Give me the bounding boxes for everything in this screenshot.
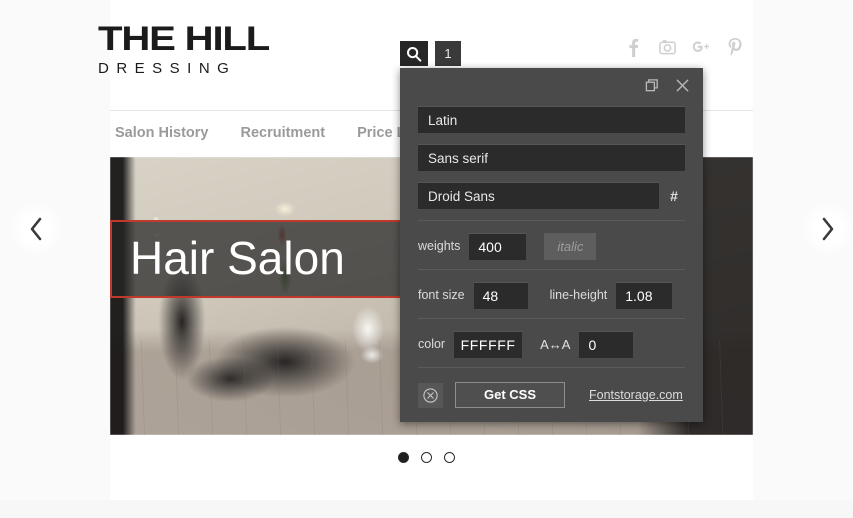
circle-x-icon[interactable] xyxy=(418,382,443,408)
font-family-select[interactable]: Droid Sans xyxy=(418,182,659,209)
restore-window-icon[interactable] xyxy=(645,78,660,93)
category-select[interactable]: Sans serif xyxy=(418,144,685,171)
fontstorage-link[interactable]: Fontstorage.com xyxy=(589,388,683,402)
instagram-icon[interactable] xyxy=(657,36,677,58)
font-size-label: font size xyxy=(418,288,465,302)
get-css-button[interactable]: Get CSS xyxy=(455,382,565,408)
divider-3 xyxy=(418,318,685,319)
hash-icon[interactable]: # xyxy=(663,188,685,204)
slider-dot-2[interactable] xyxy=(421,452,432,463)
script-select-row: Latin xyxy=(418,106,685,133)
social-links xyxy=(623,36,745,58)
category-select-row: Sans serif xyxy=(418,144,685,171)
size-row: font size 48 line-height 1.08 xyxy=(418,281,685,309)
italic-toggle-button[interactable]: italic xyxy=(544,232,597,260)
weights-row: weights 400 italic xyxy=(418,232,685,260)
font-inspector-dialog: Latin Sans serif Droid Sans # weights 40… xyxy=(400,68,703,422)
weights-label: weights xyxy=(418,239,461,253)
color-row: color FFFFFF A↔A 0 xyxy=(418,330,685,358)
dialog-titlebar[interactable] xyxy=(400,68,703,102)
logo-primary-text: THE HILL xyxy=(98,20,270,58)
logo-secondary-text: DRESSING xyxy=(98,60,237,77)
google-plus-icon[interactable] xyxy=(691,36,711,58)
divider-2 xyxy=(418,269,685,270)
pinterest-icon[interactable] xyxy=(725,36,745,58)
divider-1 xyxy=(418,220,685,221)
nav-item-recruitment[interactable]: Recruitment xyxy=(240,125,325,141)
search-result-count: 1 xyxy=(435,41,461,66)
facebook-icon[interactable] xyxy=(623,36,643,58)
divider-4 xyxy=(418,367,685,368)
slider-dot-3[interactable] xyxy=(444,452,455,463)
family-select-row: Droid Sans # xyxy=(418,182,685,209)
script-select[interactable]: Latin xyxy=(418,106,685,133)
line-height-label: line-height xyxy=(549,288,608,302)
close-icon[interactable] xyxy=(674,77,691,94)
color-input[interactable]: FFFFFF xyxy=(454,330,523,358)
dialog-action-row: Get CSS Fontstorage.com xyxy=(418,379,685,411)
slider-next-arrow[interactable] xyxy=(800,201,853,257)
slider-prev-arrow[interactable] xyxy=(8,201,64,257)
letter-spacing-label: A↔A xyxy=(540,336,571,352)
dialog-body: Latin Sans serif Droid Sans # weights 40… xyxy=(400,102,703,411)
nav-item-salon-history[interactable]: Salon History xyxy=(115,125,208,141)
hero-title-text: Hair Salon xyxy=(130,232,345,285)
line-height-input[interactable]: 1.08 xyxy=(616,281,673,309)
search-toolbar: 1 xyxy=(400,41,461,66)
site-logo[interactable]: THE HILL DRESSING xyxy=(98,22,398,80)
slider-pagination-dots xyxy=(0,452,853,463)
search-icon[interactable] xyxy=(400,41,428,66)
color-label: color xyxy=(418,337,446,351)
font-size-input[interactable]: 48 xyxy=(473,281,528,309)
slider-dot-1[interactable] xyxy=(398,452,409,463)
letter-spacing-input[interactable]: 0 xyxy=(579,330,634,358)
weights-input[interactable]: 400 xyxy=(469,232,527,260)
